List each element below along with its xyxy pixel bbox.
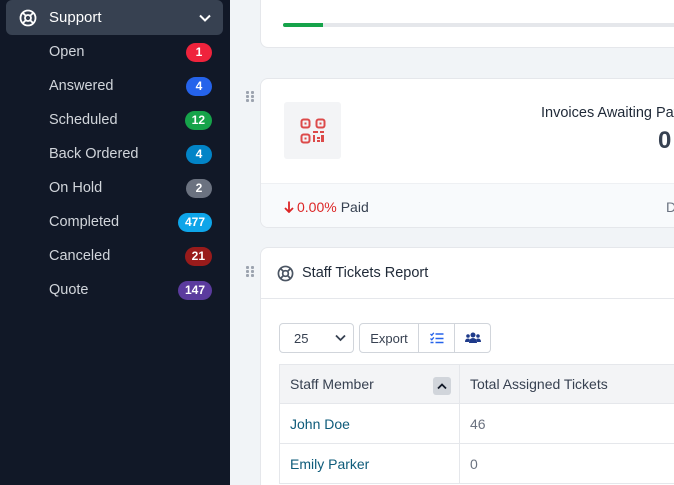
sidebar-item-label: Open [49, 44, 85, 60]
total-assigned-cell: 0 [470, 455, 478, 472]
sidebar-item-label: On Hold [49, 180, 103, 196]
sidebar-items: Open 1 Answered 4 Scheduled 12 Back Ordered 4 On… [0, 35, 230, 307]
staff-filter-button[interactable] [455, 323, 491, 353]
sidebar-item-label: Quote [49, 282, 89, 298]
sidebar-section-label: Support [49, 9, 102, 26]
staff-tickets-table: Staff Member Total Assigned Tickets John… [279, 364, 674, 484]
lifebuoy-icon [19, 9, 37, 27]
total-assigned-cell: 46 [470, 415, 486, 432]
sidebar: Support Open 1 Answered 4 Scheduled 12 Back Or… [0, 0, 230, 485]
progress-bar [283, 23, 674, 27]
sidebar-item-label: Completed [49, 214, 120, 230]
chevron-down-icon[interactable] [199, 14, 211, 22]
drag-handle-icon[interactable] [246, 266, 256, 278]
users-icon [464, 332, 481, 344]
checklist-icon [429, 332, 444, 344]
count-badge: 2 [186, 178, 212, 198]
sidebar-item-answered[interactable]: Answered 4 [0, 69, 230, 103]
staff-report-title: Staff Tickets Report [302, 265, 429, 281]
export-button[interactable]: Export [359, 323, 419, 353]
table-body: John Doe 46 Emily Parker 0 [279, 404, 674, 484]
page-size-select[interactable]: 25 [279, 323, 354, 353]
table-header: Staff Member Total Assigned Tickets [279, 364, 674, 404]
paid-label: Paid [340, 199, 369, 215]
table-row: Emily Parker 0 [279, 444, 674, 484]
sidebar-item-open[interactable]: Open 1 [0, 35, 230, 69]
count-badge: 4 [186, 144, 212, 164]
sidebar-item-on-hold[interactable]: On Hold 2 [0, 171, 230, 205]
progress-card [260, 0, 674, 48]
sidebar-item-label: Back Ordered [49, 146, 139, 162]
table-row: John Doe 46 [279, 404, 674, 444]
progress-fill [283, 23, 323, 27]
paid-stat: 0.00% Paid [284, 199, 369, 215]
column-header-label: Staff Member [290, 376, 374, 392]
invoices-title: Invoices Awaiting Pay [541, 105, 674, 121]
invoices-value: 0 [658, 127, 672, 154]
column-header-label: Total Assigned Tickets [470, 376, 608, 392]
sidebar-item-canceled[interactable]: Canceled 21 [0, 239, 230, 273]
main-content: Invoices Awaiting Pay 0 0.00% Paid D [230, 0, 674, 485]
sidebar-section-support[interactable]: Support [6, 0, 223, 35]
footer-right-text: D [666, 199, 674, 215]
count-badge: 1 [186, 42, 212, 62]
sidebar-item-back-ordered[interactable]: Back Ordered 4 [0, 137, 230, 171]
sidebar-item-label: Answered [49, 78, 114, 94]
sort-ascending-icon[interactable] [433, 377, 451, 395]
arrow-down-icon [284, 201, 294, 213]
staff-card-header: Staff Tickets Report [261, 248, 674, 299]
drag-handle-icon[interactable] [246, 91, 256, 103]
count-badge: 21 [184, 246, 212, 266]
invoices-footer: 0.00% Paid D [261, 183, 674, 227]
staff-member-link[interactable]: John Doe [280, 404, 460, 443]
count-badge: 477 [177, 212, 212, 232]
sidebar-item-quote[interactable]: Quote 147 [0, 273, 230, 307]
paid-percent: 0.00% [297, 199, 337, 215]
chevron-down-icon [335, 334, 346, 342]
count-badge: 4 [186, 76, 212, 96]
sidebar-item-scheduled[interactable]: Scheduled 12 [0, 103, 230, 137]
column-header-staff-member[interactable]: Staff Member [280, 365, 460, 403]
sidebar-item-label: Scheduled [49, 112, 118, 128]
invoices-card: Invoices Awaiting Pay 0 0.00% Paid D [260, 78, 674, 228]
count-badge: 12 [184, 110, 212, 130]
lifebuoy-icon [277, 265, 294, 282]
column-header-total-assigned[interactable]: Total Assigned Tickets [460, 365, 674, 403]
staff-member-link[interactable]: Emily Parker [280, 444, 460, 483]
staff-tickets-card: Staff Tickets Report 25 Export Staff Mem… [260, 247, 674, 485]
table-controls: 25 Export [279, 323, 491, 353]
sidebar-item-completed[interactable]: Completed 477 [0, 205, 230, 239]
page-size-value: 25 [294, 330, 309, 346]
count-badge: 147 [177, 280, 212, 300]
sidebar-item-label: Canceled [49, 248, 111, 264]
table-button-group: Export [359, 323, 491, 353]
qr-code-icon [284, 102, 341, 159]
bulk-actions-button[interactable] [419, 323, 455, 353]
